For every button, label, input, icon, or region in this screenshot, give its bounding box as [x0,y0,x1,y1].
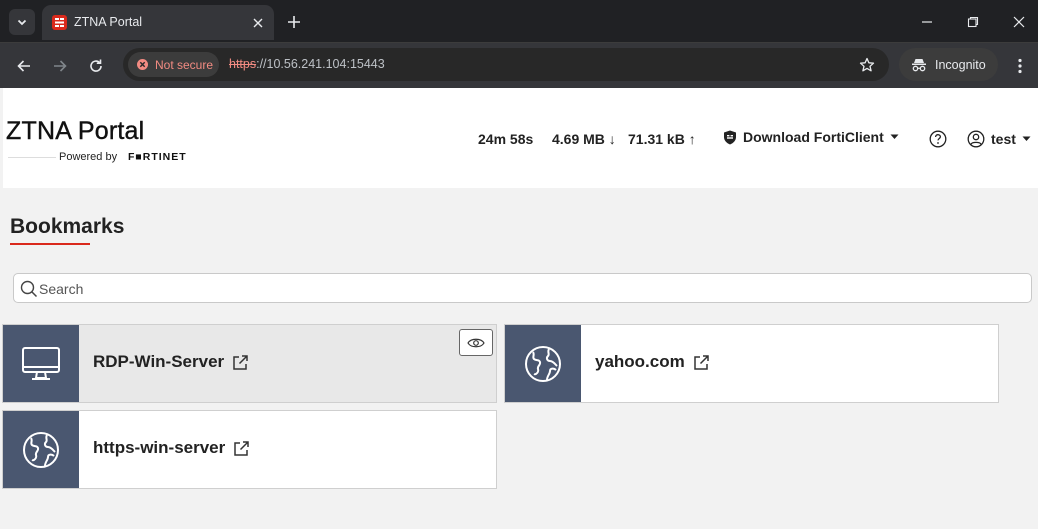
bookmark-thumb [505,325,581,402]
forward-button[interactable] [48,54,72,78]
download-stat: 4.69 MB ↓ [552,131,616,147]
portal-title: ZTNA Portal [6,117,145,145]
fortinet-favicon-icon [52,15,67,30]
bookmark-thumb [3,411,79,488]
globe-icon [525,345,561,382]
external-link-icon [233,354,248,370]
reload-icon [90,59,102,72]
bookmark-label: yahoo.com [595,352,685,371]
portal-header: ZTNA Portal Powered by F■RTINET 24m 58s … [0,88,1038,188]
url-text: https://10.56.241.104:15443 [229,57,385,71]
bookmark-details-button[interactable] [459,329,493,356]
browser-menu-button[interactable] [1010,54,1030,78]
globe-icon [23,431,59,468]
incognito-icon [912,58,926,71]
caret-down-icon [890,134,899,139]
close-window-button[interactable] [1009,12,1029,32]
arrow-right-icon [54,60,67,72]
caret-down-icon [1022,136,1031,141]
tab-close-button[interactable] [249,14,267,32]
warning-icon [137,59,148,70]
bookmark-link[interactable]: RDP-Win-Server [93,352,249,372]
shield-icon [724,130,736,144]
upload-stat: 71.31 kB ↑ [628,131,696,147]
plus-icon [288,16,300,28]
incognito-label: Incognito [935,57,986,72]
more-vertical-icon [1018,58,1022,74]
bookmark-link[interactable]: https-win-server [93,438,250,458]
restore-icon [967,16,979,28]
tab-title: ZTNA Portal [74,15,143,29]
portal-page: ZTNA Portal Powered by F■RTINET 24m 58s … [0,88,1038,529]
restore-button[interactable] [963,12,983,32]
bookmark-card-yahoo[interactable]: yahoo.com [504,324,999,403]
new-tab-button[interactable] [283,11,305,33]
browser-tab-bar: ZTNA Portal [0,0,1038,43]
bookmark-thumb [3,325,79,402]
search-input[interactable] [39,279,1019,299]
bookmark-link[interactable]: yahoo.com [595,352,710,372]
eye-icon [467,338,485,347]
security-label: Not secure [155,57,214,72]
heading-underline [10,243,90,245]
user-icon [967,130,985,148]
bookmark-label: RDP-Win-Server [93,352,225,371]
user-name: test [991,131,1016,147]
arrow-left-icon [17,60,30,72]
bookmarks-heading: Bookmarks [10,215,125,238]
external-link-icon [694,354,709,370]
bookmark-card-rdp-win-server[interactable]: RDP-Win-Server [2,324,497,403]
security-chip[interactable]: Not secure [128,52,219,77]
close-icon [1013,16,1025,28]
tab-search-button[interactable] [9,9,35,35]
external-link-icon [234,440,249,456]
download-forticlient-button[interactable]: Download FortiClient [723,129,899,145]
close-icon [253,18,263,28]
minimize-icon [922,21,932,23]
bookmark-star-button[interactable] [857,55,877,75]
reload-button[interactable] [84,54,108,78]
fortinet-logo: F■RTINET [128,151,187,163]
bookmark-card-https-win-server[interactable]: https-win-server [2,410,497,489]
incognito-chip[interactable]: Incognito [899,48,998,81]
address-bar[interactable]: Not secure https://10.56.241.104:15443 [123,48,889,81]
url-scheme: https [229,57,257,71]
download-forticlient-label: Download FortiClient [743,129,884,145]
bookmark-label: https-win-server [93,438,226,457]
back-button[interactable] [12,54,36,78]
browser-toolbar: Not secure https://10.56.241.104:15443 I… [0,43,1038,88]
chevron-down-icon [17,19,27,26]
brand-divider [8,157,56,158]
bookmark-search [13,273,1032,303]
star-icon [859,57,875,72]
browser-tab[interactable]: ZTNA Portal [42,5,274,40]
powered-by-label: Powered by [59,151,118,163]
search-icon [20,280,38,298]
url-host: ://10.56.241.104:15443 [256,57,385,71]
minimize-button[interactable] [917,12,937,32]
session-timer: 24m 58s [478,131,534,147]
user-menu-button[interactable]: test [967,130,1031,148]
help-icon[interactable] [929,130,947,148]
monitor-icon [22,346,60,380]
